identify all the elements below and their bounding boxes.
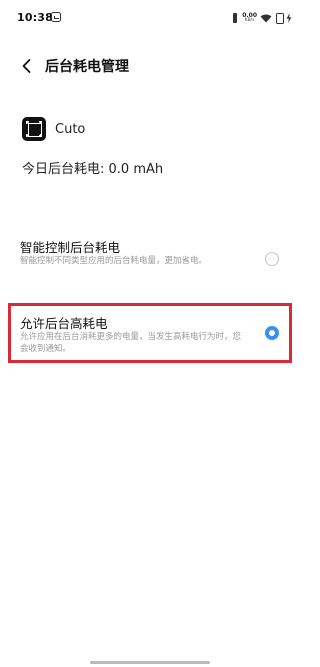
vibrate-icon	[231, 12, 239, 23]
background-usage-text: 今日后台耗电: 0.0 mAh	[22, 162, 164, 177]
option-title: 允许后台高耗电	[20, 316, 108, 331]
app-name: Cuto	[55, 121, 86, 137]
header: 后台耗电管理	[0, 50, 300, 82]
charging-icon	[286, 12, 292, 23]
page-title: 后台耗电管理	[45, 59, 129, 75]
app-info: Cuto	[22, 116, 85, 142]
chevron-left-icon[interactable]	[19, 57, 35, 75]
option-title: 智能控制后台耗电	[20, 240, 121, 255]
wifi-icon	[260, 14, 272, 22]
option-allow-high-usage[interactable]: 允许后台高耗电 允许应用在后台消耗更多的电量，当发生高耗电行为时，您会收到通知。	[8, 303, 292, 363]
network-speed-unit: KB/s	[244, 17, 255, 23]
status-time: 10:38	[17, 11, 54, 24]
radio-selected[interactable]	[265, 326, 279, 340]
status-bar: 10:38 0.00 KB/s	[0, 0, 300, 36]
option-description: 智能控制不同类型应用的后台耗电量，更加省电。	[20, 256, 208, 266]
battery-icon	[275, 12, 284, 24]
home-indicator[interactable]	[90, 661, 210, 664]
cuto-app-icon	[22, 117, 46, 141]
option-smart-control[interactable]: 智能控制后台耗电 智能控制不同类型应用的后台耗电量，更加省电。	[8, 230, 292, 288]
network-speed: 0.00 KB/s	[242, 12, 257, 23]
option-description: 允许应用在后台消耗更多的电量，当发生高耗电行为时，您会收到通知。	[20, 332, 242, 354]
status-icons: 0.00 KB/s	[231, 11, 292, 24]
radio-unselected[interactable]	[265, 252, 279, 266]
notification-icon	[51, 12, 61, 22]
